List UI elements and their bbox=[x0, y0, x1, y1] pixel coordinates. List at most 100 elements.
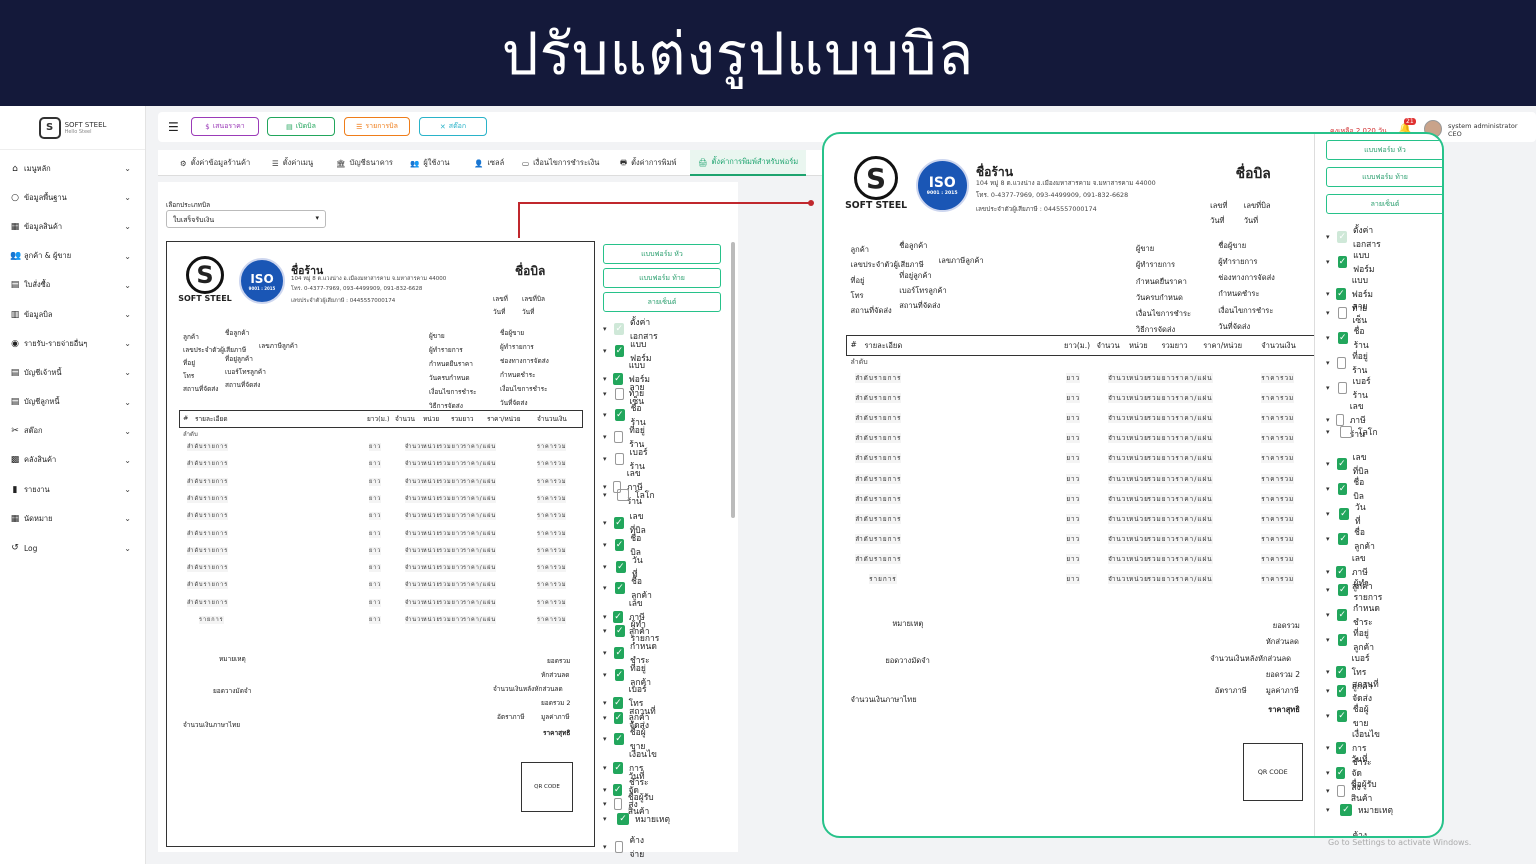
option-row[interactable]: ▾ ✓ หมายเหตุ bbox=[603, 812, 670, 826]
option-checkbox[interactable]: ✓ bbox=[1337, 634, 1348, 647]
option-row[interactable]: ▾ ✓ วันที่ bbox=[1326, 500, 1369, 528]
chevron-down-icon[interactable]: ▾ bbox=[603, 491, 611, 499]
chevron-down-icon[interactable]: ▾ bbox=[603, 843, 609, 851]
chevron-down-icon[interactable]: ▾ bbox=[603, 411, 609, 419]
option-checkbox[interactable]: ✓ bbox=[614, 733, 624, 746]
option-checkbox[interactable]: ✓ bbox=[615, 409, 625, 422]
chevron-down-icon[interactable]: ▾ bbox=[603, 714, 608, 722]
option-row[interactable]: ▾ ✓ ชื่อร้าน bbox=[1326, 324, 1373, 352]
chevron-down-icon[interactable]: ▾ bbox=[1326, 787, 1331, 795]
sidebar-item[interactable]: ▮ รายงาน ⌄ bbox=[0, 475, 145, 504]
form-option-button[interactable]: ลายเซ็นต์ bbox=[603, 292, 721, 312]
option-row[interactable]: ▾ ✓ สถานที่จัดส่ง bbox=[1326, 677, 1379, 705]
tab-item[interactable]: ☰ ตั้งค่าเมนู bbox=[272, 150, 313, 176]
sidebar-item[interactable]: ▤ บัญชีเจ้าหนี้ ⌄ bbox=[0, 358, 145, 387]
sidebar-item[interactable]: ▤ บัญชีลูกหนี้ ⌄ bbox=[0, 388, 145, 417]
chevron-down-icon[interactable]: ▾ bbox=[1326, 668, 1330, 676]
option-row[interactable]: ▾ ✓ ชื่อผู้ขาย bbox=[1326, 702, 1374, 730]
option-row[interactable]: ▾ ค้างจ่าย bbox=[603, 833, 650, 861]
option-checkbox[interactable]: ✓ bbox=[614, 668, 625, 681]
form-option-button[interactable]: แบบฟอร์ม หัว bbox=[1326, 140, 1442, 160]
option-row[interactable]: ▾ ✓ ผู้ทำรายการ bbox=[1326, 576, 1387, 604]
chevron-down-icon[interactable]: ▾ bbox=[603, 455, 609, 463]
option-row[interactable]: ▾ ✓ แบบฟอร์ม bbox=[1326, 248, 1379, 276]
chevron-down-icon[interactable]: ▾ bbox=[603, 541, 609, 549]
option-checkbox[interactable] bbox=[614, 431, 624, 443]
chevron-down-icon[interactable]: ▾ bbox=[1326, 535, 1332, 543]
chevron-down-icon[interactable]: ▾ bbox=[1326, 806, 1334, 814]
option-row[interactable]: ▾ ชื่อผู้รับสินค้า bbox=[1326, 777, 1379, 805]
option-checkbox[interactable]: ✓ bbox=[1338, 331, 1348, 344]
option-checkbox[interactable]: ✓ bbox=[1338, 533, 1349, 546]
sidebar-item[interactable]: ▩ คลังสินค้า ⌄ bbox=[0, 446, 145, 475]
option-checkbox[interactable]: ✓ bbox=[615, 582, 626, 595]
sidebar-item[interactable]: 👥 ลูกค้า & ผู้ขาย ⌄ bbox=[0, 242, 145, 271]
option-checkbox[interactable] bbox=[1337, 306, 1347, 319]
option-row[interactable]: ▾ เบอร์ร้าน bbox=[1326, 374, 1376, 402]
option-checkbox[interactable]: ✓ bbox=[1337, 457, 1347, 470]
option-checkbox[interactable]: ✓ bbox=[615, 625, 625, 638]
chevron-down-icon[interactable]: ▾ bbox=[603, 649, 608, 657]
options-scrollbar[interactable] bbox=[731, 242, 735, 518]
tab-item[interactable]: 👥 ผู้ใช้งาน bbox=[410, 150, 450, 176]
tab-item[interactable]: 🖨 ตั้งค่าการพิมพ์สำหรับฟอร์ม bbox=[690, 150, 807, 176]
chevron-down-icon[interactable]: ▾ bbox=[1326, 485, 1332, 493]
chevron-down-icon[interactable]: ▾ bbox=[603, 390, 609, 398]
sidebar-item[interactable]: ▥ ข้อมูลบิล ⌄ bbox=[0, 300, 145, 329]
option-checkbox[interactable]: ✓ bbox=[614, 517, 624, 530]
option-checkbox[interactable] bbox=[1337, 382, 1347, 395]
option-row[interactable]: ▾ โลโก bbox=[603, 488, 655, 502]
option-row[interactable]: ▾ ✓ กำหนดชำระ bbox=[1326, 601, 1385, 629]
option-row[interactable]: ▾ ลายเซ็น bbox=[1326, 299, 1373, 327]
chevron-down-icon[interactable]: ▾ bbox=[603, 800, 608, 808]
chevron-down-icon[interactable]: ▾ bbox=[603, 433, 608, 441]
chevron-down-icon[interactable]: ▾ bbox=[603, 815, 611, 823]
chevron-down-icon[interactable]: ▾ bbox=[603, 325, 608, 333]
option-checkbox[interactable]: ✓ bbox=[617, 812, 629, 825]
option-checkbox[interactable]: ✓ bbox=[614, 539, 625, 551]
chevron-down-icon[interactable]: ▾ bbox=[1326, 233, 1331, 241]
sidebar-item[interactable]: ▤ ใบสั่งซื้อ ⌄ bbox=[0, 271, 145, 300]
sidebar-item[interactable]: ▦ ข้อมูลสินค้า ⌄ bbox=[0, 212, 145, 241]
tab-item[interactable]: 👤 เซลล์ bbox=[474, 150, 504, 176]
option-checkbox[interactable] bbox=[1336, 785, 1345, 798]
chevron-down-icon[interactable]: ▾ bbox=[603, 584, 609, 592]
option-checkbox[interactable]: ✓ bbox=[1338, 583, 1348, 596]
tab-item[interactable]: ▭ เงื่อนไขการชำระเงิน bbox=[522, 150, 599, 176]
chevron-down-icon[interactable]: ▾ bbox=[603, 347, 609, 355]
option-checkbox[interactable]: ✓ bbox=[1337, 483, 1348, 495]
chevron-down-icon[interactable]: ▾ bbox=[1326, 258, 1332, 266]
sidebar-logo[interactable]: S SOFT STEEL Hello Steel bbox=[0, 106, 145, 150]
chevron-down-icon[interactable]: ▾ bbox=[1326, 769, 1330, 777]
chevron-down-icon[interactable]: ▾ bbox=[1326, 309, 1332, 317]
chevron-down-icon[interactable]: ▾ bbox=[1326, 359, 1331, 367]
form-option-button[interactable]: แบบฟอร์ม ท้าย bbox=[1326, 167, 1442, 187]
option-checkbox[interactable]: ✓ bbox=[1338, 508, 1350, 521]
chevron-down-icon[interactable]: ▾ bbox=[1326, 510, 1333, 518]
chevron-down-icon[interactable]: ▾ bbox=[1326, 290, 1330, 298]
option-row[interactable]: ▾ ที่อยู่ร้าน bbox=[1326, 349, 1373, 377]
sidebar-item[interactable]: ◉ รายรับ-รายจ่ายอื่นๆ ⌄ bbox=[0, 329, 145, 358]
option-checkbox[interactable]: ✓ bbox=[613, 711, 624, 724]
chevron-down-icon[interactable]: ▾ bbox=[1326, 428, 1334, 436]
chevron-down-icon[interactable]: ▾ bbox=[1326, 687, 1331, 695]
option-row[interactable]: ▾ ✓ หมายเหตุ bbox=[1326, 803, 1393, 817]
option-row[interactable]: ▾ ✓ เลขที่บิล bbox=[1326, 450, 1372, 478]
option-checkbox[interactable]: ✓ bbox=[1337, 256, 1348, 269]
option-checkbox[interactable]: ✓ bbox=[614, 647, 625, 659]
chevron-down-icon[interactable]: ▾ bbox=[603, 563, 610, 571]
user-info[interactable]: system administrator CEO bbox=[1448, 122, 1518, 138]
option-row[interactable]: ▾ โลโก bbox=[1326, 425, 1378, 439]
form-option-button[interactable]: แบบฟอร์ม ท้าย bbox=[603, 268, 721, 288]
option-checkbox[interactable]: ✓ bbox=[615, 560, 627, 573]
chevron-down-icon[interactable]: ▾ bbox=[1326, 334, 1332, 342]
sidebar-item[interactable]: ⌂ เมนูหลัก ⌄ bbox=[0, 154, 145, 183]
option-row[interactable]: ▾ ✓ ที่อยู่ลูกค้า bbox=[1326, 626, 1379, 654]
option-checkbox[interactable]: ✓ bbox=[1340, 803, 1352, 816]
chevron-down-icon[interactable]: ▾ bbox=[603, 627, 609, 635]
sidebar-item[interactable]: ▦ นัดหมาย ⌄ bbox=[0, 504, 145, 533]
option-checkbox[interactable]: ✓ bbox=[1336, 684, 1347, 697]
chevron-down-icon[interactable]: ▾ bbox=[1326, 611, 1331, 619]
chevron-down-icon[interactable]: ▾ bbox=[1326, 744, 1330, 752]
sidebar-item[interactable]: ○ ข้อมูลพื้นฐาน ⌄ bbox=[0, 183, 145, 212]
